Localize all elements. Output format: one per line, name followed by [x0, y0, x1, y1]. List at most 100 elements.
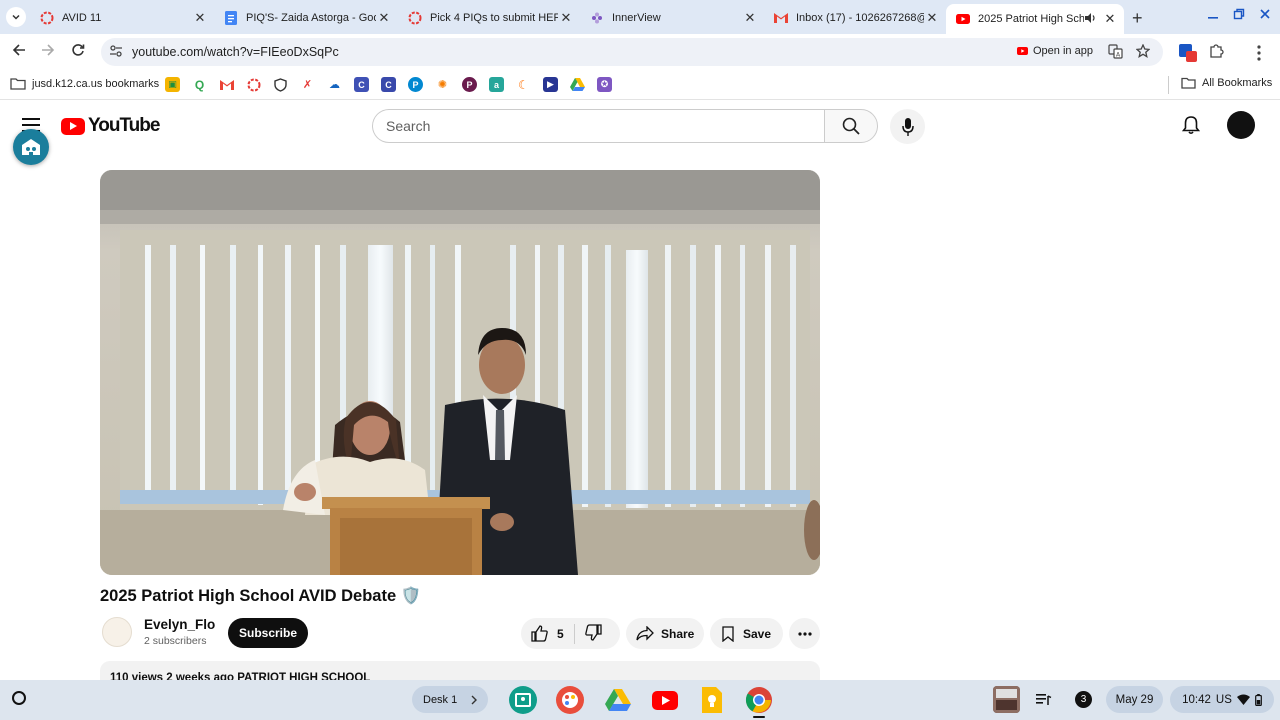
c2-bookmark-icon[interactable]: C	[381, 77, 396, 92]
tab-youtube-active[interactable]: 2025 Patriot High Scho ✕	[946, 4, 1124, 34]
search-field[interactable]	[372, 109, 824, 143]
share-button[interactable]: Share	[626, 618, 704, 649]
tab-pick-piqs[interactable]: Pick 4 PIQs to submit HER ✕	[398, 5, 580, 30]
bookmark-star-icon[interactable]	[1135, 43, 1151, 61]
translate-icon[interactable]: A	[1108, 44, 1123, 62]
channel-avatar[interactable]	[102, 617, 132, 647]
badge-bookmark-icon[interactable]: ✪	[597, 77, 612, 92]
voice-search-button[interactable]	[890, 109, 925, 144]
video-player[interactable]	[100, 170, 820, 575]
youtube-wordmark: YouTube	[88, 115, 160, 136]
search-input[interactable]	[373, 110, 824, 142]
floating-extension-button[interactable]	[13, 129, 49, 165]
battery-icon	[1254, 693, 1262, 706]
close-icon[interactable]: ✕	[1102, 11, 1118, 27]
a-bookmark-icon[interactable]: a	[489, 77, 504, 92]
gmail-bookmark-icon[interactable]	[219, 77, 234, 92]
playlist-icon[interactable]	[1030, 686, 1058, 714]
channel-name[interactable]: Evelyn_Flo	[144, 617, 215, 632]
q-bookmark-icon[interactable]: Q	[192, 77, 207, 92]
folder-icon	[10, 78, 26, 90]
forward-icon[interactable]	[41, 43, 55, 62]
bookmarks-divider	[1168, 76, 1169, 94]
tab-avid[interactable]: AVID 11 ✕	[30, 5, 214, 30]
red-ring-bookmark-icon[interactable]	[246, 77, 261, 92]
thumbs-up-icon	[531, 625, 548, 642]
close-icon[interactable]: ✕	[192, 10, 208, 26]
like-dislike-group: 5	[521, 618, 620, 649]
close-icon[interactable]: ✕	[742, 10, 758, 26]
site-info-icon[interactable]	[109, 44, 123, 58]
notifications-bell-icon[interactable]	[1181, 115, 1201, 140]
window-close-icon[interactable]	[1259, 7, 1271, 23]
open-in-app-button[interactable]: Open in app	[1017, 45, 1093, 57]
close-icon[interactable]: ✕	[558, 10, 574, 26]
extension-badge-icon[interactable]	[1178, 43, 1198, 68]
all-bookmarks-label: All Bookmarks	[1202, 77, 1273, 89]
cloud-bookmark-icon[interactable]: ☁	[327, 77, 342, 92]
drive-app-icon[interactable]	[604, 686, 632, 714]
date-tray[interactable]: May 29	[1106, 686, 1163, 713]
browser-toolbar: youtube.com/watch?v=FIEeoDxSqPc Open in …	[0, 34, 1280, 70]
tab-title: 2025 Patriot High Scho	[978, 13, 1084, 25]
bookmarks-folder[interactable]: jusd.k12.ca.us bookmarks	[10, 77, 159, 90]
dislike-button[interactable]	[584, 623, 602, 644]
p2-bookmark-icon[interactable]: P	[462, 77, 477, 92]
address-bar[interactable]: youtube.com/watch?v=FIEeoDxSqPc Open in …	[101, 38, 1163, 66]
launcher-icon[interactable]	[12, 691, 26, 705]
p-bookmark-icon[interactable]: P	[408, 77, 423, 92]
save-button[interactable]: Save	[710, 618, 783, 649]
c-bookmark-icon[interactable]: C	[354, 77, 369, 92]
youtube-icon	[956, 12, 970, 26]
tab-title: AVID 11	[62, 11, 102, 24]
speaker-icon[interactable]	[1084, 12, 1096, 27]
notification-count-badge[interactable]: 3	[1070, 686, 1097, 713]
chrome-app-icon[interactable]	[745, 686, 773, 714]
podium	[322, 497, 490, 575]
subscriber-count: 2 subscribers	[144, 635, 207, 647]
tab-search-button[interactable]	[6, 7, 26, 27]
menu-dots-icon[interactable]	[1256, 45, 1262, 66]
shield-bookmark-icon[interactable]	[273, 77, 288, 92]
status-tray[interactable]: 10:42 US	[1170, 686, 1274, 713]
classroom-bookmark-icon[interactable]: ▣	[165, 77, 180, 92]
minimize-icon[interactable]	[1207, 7, 1219, 23]
tab-strip: AVID 11 ✕ PIQ'S- Zaida Astorga - Goo ✕ P…	[0, 0, 1280, 34]
url-text[interactable]: youtube.com/watch?v=FIEeoDxSqPc	[132, 45, 339, 59]
red-ring-icon	[40, 11, 54, 25]
sun-bookmark-icon[interactable]: ✺	[435, 77, 450, 92]
classroom-app-icon[interactable]	[509, 686, 537, 714]
youtube-app-icon[interactable]	[651, 686, 679, 714]
all-bookmarks-button[interactable]: All Bookmarks	[1181, 77, 1272, 89]
folder-icon	[1181, 77, 1196, 89]
moon-bookmark-icon[interactable]: ☾	[516, 77, 531, 92]
more-actions-button[interactable]	[789, 618, 820, 649]
subscribe-button[interactable]: Subscribe	[228, 618, 308, 648]
tab-piqs-doc[interactable]: PIQ'S- Zaida Astorga - Goo ✕	[214, 5, 398, 30]
restore-icon[interactable]	[1233, 7, 1245, 23]
reload-icon[interactable]	[71, 43, 85, 62]
x-mark-bookmark-icon[interactable]: ✗	[300, 77, 315, 92]
chevron-down-icon	[12, 14, 20, 20]
drive-bookmark-icon[interactable]	[570, 77, 585, 92]
back-icon[interactable]	[12, 43, 26, 62]
account-avatar[interactable]	[1227, 111, 1255, 139]
keep-app-icon[interactable]	[698, 686, 726, 714]
tab-gmail-inbox[interactable]: Inbox (17) - 1026267268@ ✕	[764, 5, 946, 30]
paint-app-icon[interactable]	[556, 686, 584, 714]
close-icon[interactable]: ✕	[924, 10, 940, 26]
tab-innerview[interactable]: InnerView ✕	[580, 5, 764, 30]
wifi-icon	[1236, 694, 1250, 705]
chrome-running-indicator	[753, 716, 765, 718]
close-icon[interactable]: ✕	[376, 10, 392, 26]
desk-switcher[interactable]: Desk 1	[412, 686, 488, 713]
youtube-icon	[1017, 47, 1028, 55]
search-button[interactable]	[824, 109, 878, 143]
time-label: 10:42	[1182, 693, 1211, 706]
media-thumbnail[interactable]	[993, 686, 1020, 713]
extensions-puzzle-icon[interactable]	[1208, 43, 1224, 64]
youtube-logo[interactable]: YouTube	[61, 115, 160, 137]
arrow-bookmark-icon[interactable]: ▶	[543, 77, 558, 92]
like-button[interactable]: 5	[531, 625, 564, 642]
new-tab-button[interactable]: +	[1132, 8, 1143, 29]
